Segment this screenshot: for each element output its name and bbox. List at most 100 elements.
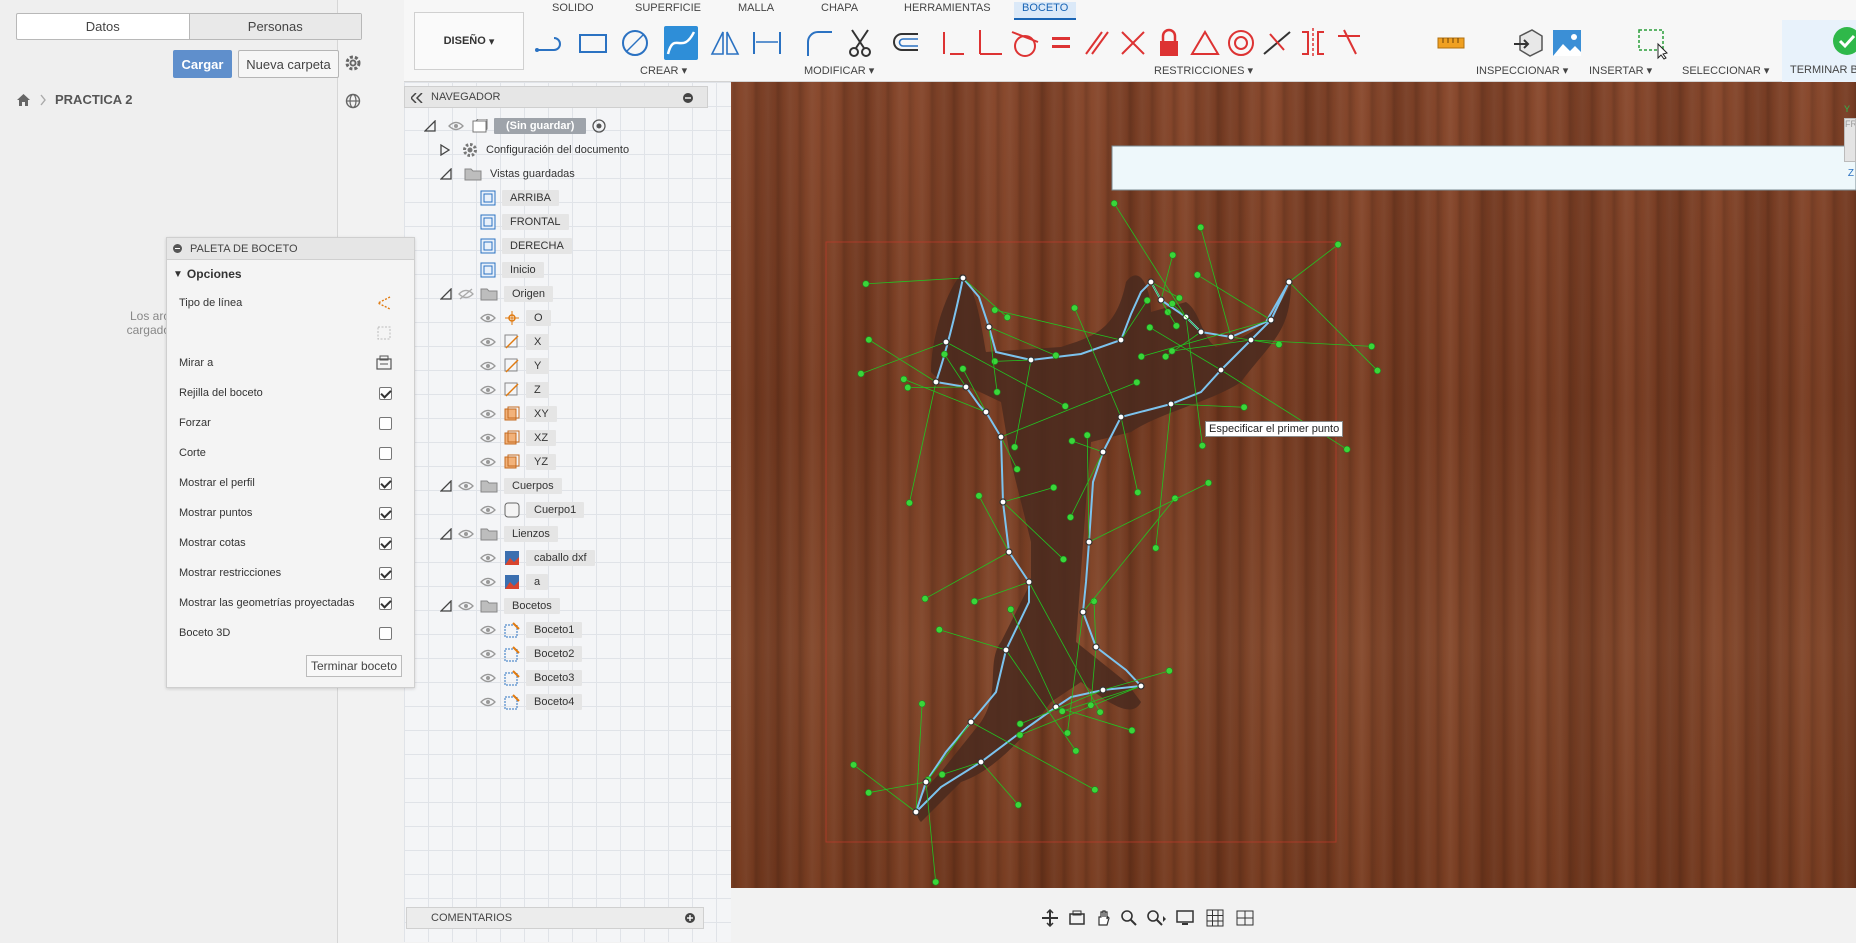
handle-point[interactable] xyxy=(1175,294,1183,302)
tree-view-item[interactable]: Inicio xyxy=(480,259,544,281)
workspace-dropdown[interactable]: DISEÑO ▾ xyxy=(414,12,524,70)
eye-icon[interactable] xyxy=(480,336,496,348)
fit-point[interactable] xyxy=(1197,328,1205,336)
fit-point[interactable] xyxy=(982,408,990,416)
fit-point[interactable] xyxy=(1137,682,1145,690)
tree-canvases[interactable]: Lienzos xyxy=(440,523,558,545)
handle-point[interactable] xyxy=(1128,726,1136,734)
eye-icon[interactable] xyxy=(480,456,496,468)
eye-icon[interactable] xyxy=(480,408,496,420)
tab-personas[interactable]: Personas xyxy=(188,14,361,39)
fit-point[interactable] xyxy=(1079,608,1087,616)
handle-point[interactable] xyxy=(938,771,946,779)
parallel-icon[interactable] xyxy=(1080,26,1114,60)
handle-point[interactable] xyxy=(1016,720,1024,728)
handle-point[interactable] xyxy=(857,370,865,378)
fit-point[interactable] xyxy=(1085,538,1093,546)
tree-root-label[interactable]: (Sin guardar) xyxy=(494,118,587,134)
fit-point[interactable] xyxy=(1117,336,1125,344)
spline-handles[interactable] xyxy=(731,82,1856,888)
handle-point[interactable] xyxy=(1003,313,1011,321)
tree-canvas-item[interactable]: a xyxy=(480,571,549,593)
fit-point[interactable] xyxy=(1099,448,1107,456)
handle-point[interactable] xyxy=(918,700,926,708)
viewports-icon[interactable] xyxy=(1236,909,1258,927)
handle-point[interactable] xyxy=(1071,304,1079,312)
collinear-icon[interactable] xyxy=(1116,26,1150,60)
handle-point[interactable] xyxy=(850,761,858,769)
spline-tool-icon[interactable] xyxy=(664,26,698,60)
tree-bodies[interactable]: Cuerpos xyxy=(440,475,562,497)
fit-point[interactable] xyxy=(977,758,985,766)
handle-point[interactable] xyxy=(900,375,908,383)
construction-line-icon[interactable] xyxy=(376,295,392,311)
tree-doc-settings[interactable]: Configuración del documento xyxy=(440,139,629,161)
minimize-icon[interactable] xyxy=(173,244,182,253)
constraints-group[interactable]: RESTRICCIONES ▾ xyxy=(1154,64,1253,77)
tree-sketch-item[interactable]: Boceto3 xyxy=(480,667,583,689)
fit-point[interactable] xyxy=(997,433,1005,441)
rectangle-tool-icon[interactable] xyxy=(576,26,610,60)
tree-origin-item[interactable]: XZ xyxy=(480,427,557,449)
eye-hidden-icon[interactable] xyxy=(458,288,474,300)
show-projected-checkbox[interactable] xyxy=(379,596,392,610)
eye-icon[interactable] xyxy=(458,480,474,492)
eye-icon[interactable] xyxy=(480,696,496,708)
handle-point[interactable] xyxy=(1134,488,1142,496)
modify-group[interactable]: MODIFICAR ▾ xyxy=(804,64,874,77)
option-sketch-grid[interactable]: Rejilla del boceto xyxy=(167,378,414,408)
fit-point[interactable] xyxy=(922,778,930,786)
insert-derive-icon[interactable] xyxy=(1512,26,1546,60)
tab-malla[interactable]: MALLA xyxy=(738,2,774,20)
globe-icon[interactable] xyxy=(345,93,361,109)
tab-boceto[interactable]: BOCETO xyxy=(1014,2,1077,20)
slice-checkbox[interactable] xyxy=(379,446,392,460)
tree-origin-item[interactable]: XY xyxy=(480,403,557,425)
eye-icon[interactable] xyxy=(480,672,496,684)
option-3d-sketch[interactable]: Boceto 3D xyxy=(167,618,414,648)
show-points-checkbox[interactable] xyxy=(379,506,392,520)
tree-root[interactable]: (Sin guardar) xyxy=(424,115,607,137)
handle-point[interactable] xyxy=(1007,605,1015,613)
option-show-constraints[interactable]: Mostrar restricciones xyxy=(167,558,414,588)
handle-point[interactable] xyxy=(991,306,999,314)
handle-point[interactable] xyxy=(959,365,967,373)
handle-point[interactable] xyxy=(1343,445,1351,453)
look-at-icon[interactable] xyxy=(376,355,392,371)
canvas-image-icon[interactable] xyxy=(1550,26,1584,60)
insert-group[interactable]: INSERTAR ▾ xyxy=(1589,64,1652,77)
grid-settings-icon[interactable] xyxy=(1206,909,1228,927)
triangle-icon[interactable] xyxy=(1188,26,1222,60)
handle-point[interactable] xyxy=(1168,300,1176,308)
handle-point[interactable] xyxy=(1169,251,1177,259)
tree-body-item[interactable]: Cuerpo1 xyxy=(480,499,585,521)
fit-point[interactable] xyxy=(1002,646,1010,654)
collapse-triangle-icon[interactable] xyxy=(440,480,452,492)
handle-point[interactable] xyxy=(865,336,873,344)
option-show-dimensions[interactable]: Mostrar cotas xyxy=(167,528,414,558)
tree-sketch-item[interactable]: Boceto4 xyxy=(480,691,583,713)
equal-icon[interactable] xyxy=(1044,26,1078,60)
handle-point[interactable] xyxy=(921,595,929,603)
handle-point[interactable] xyxy=(1072,747,1080,755)
new-folder-button[interactable]: Nueva carpeta xyxy=(238,50,339,78)
coincident-icon[interactable] xyxy=(1332,26,1366,60)
3d-viewport[interactable]: FRON Y Z xyxy=(731,82,1856,888)
handle-point[interactable] xyxy=(1275,340,1283,348)
show-profile-checkbox[interactable] xyxy=(379,476,392,490)
tab-chapa[interactable]: CHAPA xyxy=(821,2,858,20)
tree-view-item[interactable]: DERECHA xyxy=(480,235,572,257)
collapse-triangle-icon[interactable] xyxy=(424,120,436,132)
tab-datos[interactable]: Datos xyxy=(17,14,189,39)
handle-point[interactable] xyxy=(904,384,912,392)
collapse-triangle-icon[interactable] xyxy=(440,288,452,300)
collapse-triangle-icon[interactable] xyxy=(440,528,452,540)
handle-point[interactable] xyxy=(1197,223,1205,231)
3d-sketch-checkbox[interactable] xyxy=(379,626,392,640)
handle-point[interactable] xyxy=(1066,513,1074,521)
trim-tool-icon[interactable] xyxy=(844,26,878,60)
fit-icon[interactable] xyxy=(1146,909,1168,927)
tab-herramientas[interactable]: HERRAMIENTAS xyxy=(904,2,991,20)
fit-point[interactable] xyxy=(1099,686,1107,694)
fit-point[interactable] xyxy=(1147,278,1155,286)
